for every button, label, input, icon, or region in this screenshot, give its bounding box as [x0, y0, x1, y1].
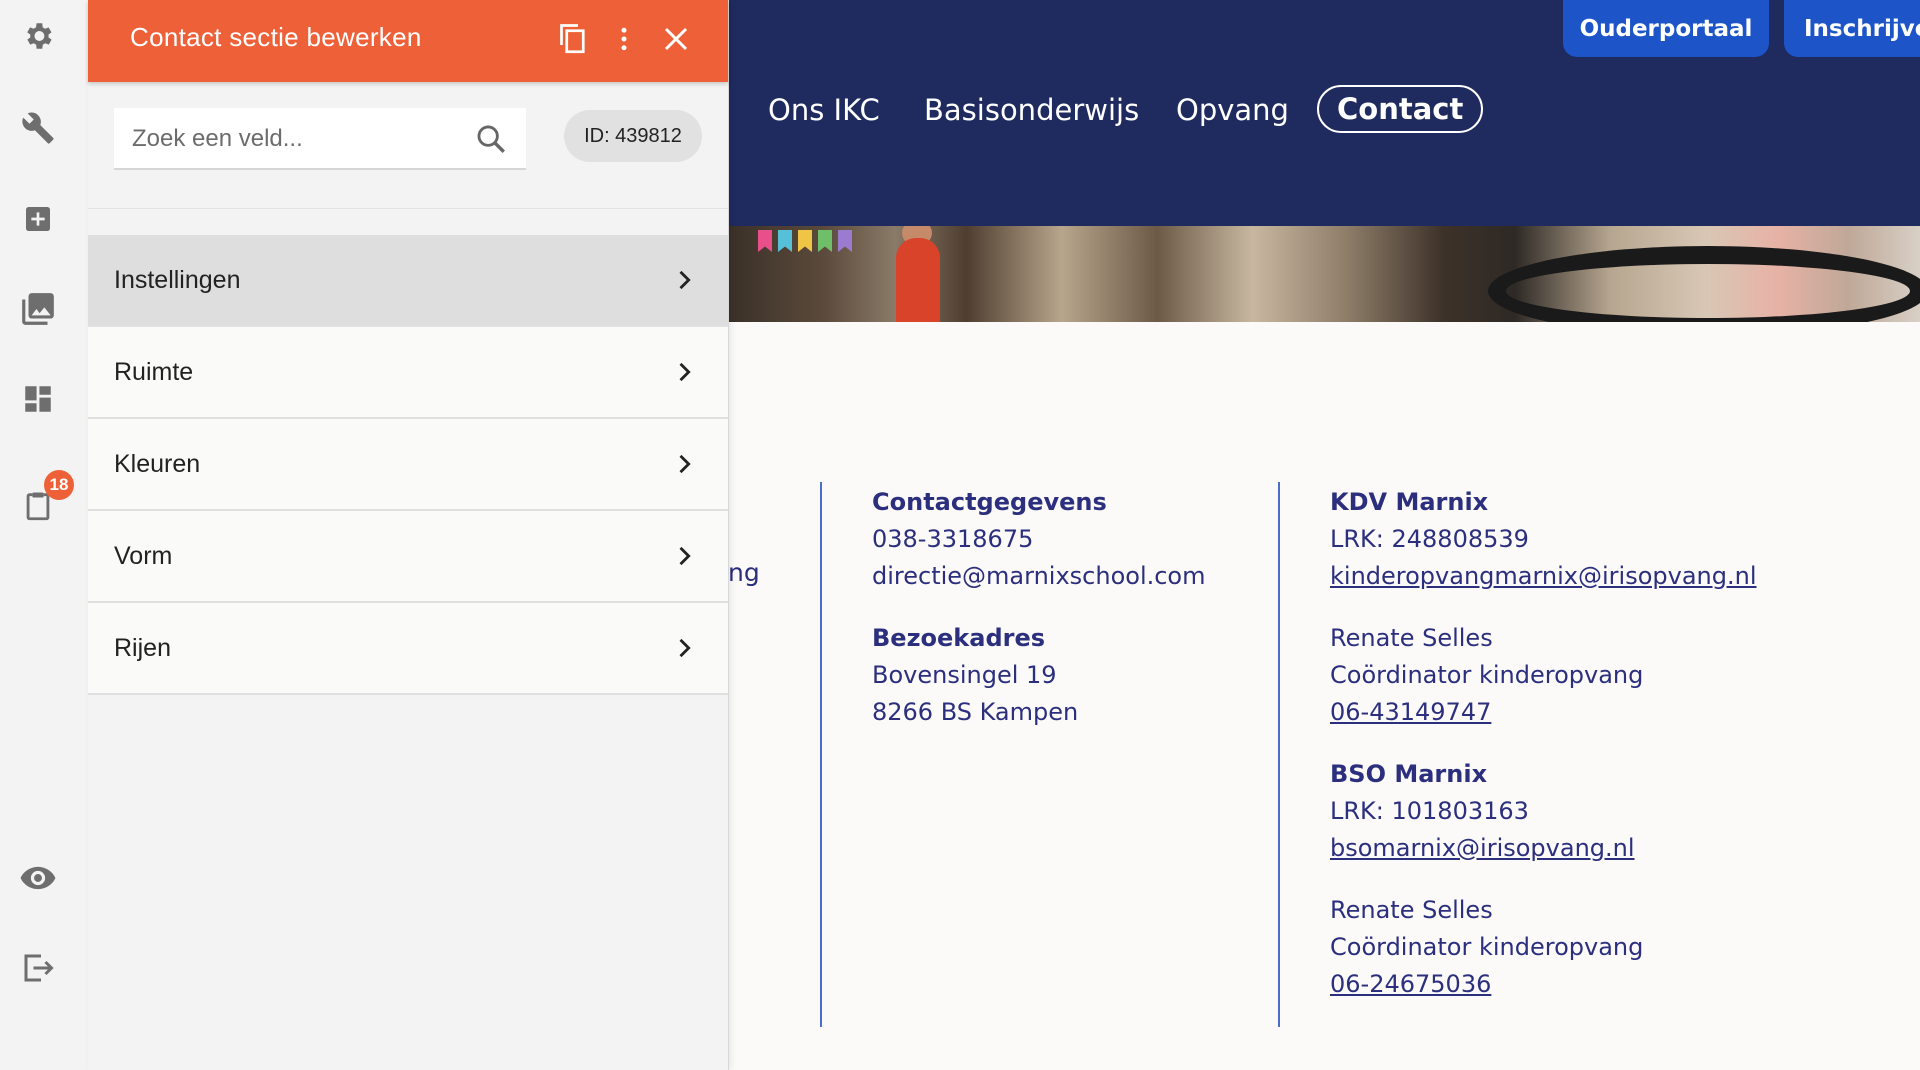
contact-details-heading: Contactgegevens	[872, 488, 1107, 516]
kdv-email-link[interactable]: kinderopvangmarnix@irisopvang.nl	[1330, 558, 1757, 595]
visit-city: 8266 BS Kampen	[872, 698, 1079, 726]
column-divider	[1278, 482, 1280, 1027]
bunting-flag	[758, 230, 772, 252]
photo-person	[896, 238, 940, 322]
wrench-icon[interactable]	[18, 108, 58, 148]
chevron-right-icon	[679, 546, 691, 566]
chevron-right-icon	[679, 638, 691, 658]
menu-item-label: Rijen	[114, 633, 171, 662]
field-search	[114, 108, 526, 170]
bso-email-link[interactable]: bsomarnix@irisopvang.nl	[1330, 830, 1757, 867]
menu-item-label: Instellingen	[114, 265, 241, 294]
partial-text: ng	[728, 558, 760, 587]
menu-item-label: Ruimte	[114, 357, 194, 386]
parent-portal-button[interactable]: Ouderportaal	[1563, 0, 1769, 57]
nav-item-basisonderwijs[interactable]: Basisonderwijs	[924, 93, 1139, 127]
dashboard-icon[interactable]	[18, 379, 58, 419]
bunting-flag	[778, 230, 792, 252]
editor-panel: Contact sectie bewerken ID: 439812 Inste…	[88, 0, 729, 1070]
kdv-phone-link[interactable]: 06-43149747	[1330, 694, 1757, 731]
bunting-flag	[818, 230, 832, 252]
chevron-right-icon	[679, 270, 691, 290]
chevron-right-icon	[679, 454, 691, 474]
more-vertical-icon[interactable]	[603, 18, 645, 60]
visit-address-heading: Bezoekadres	[872, 624, 1046, 652]
nav-item-contact[interactable]: Contact	[1317, 85, 1484, 133]
search-icon[interactable]	[474, 122, 508, 156]
copy-icon[interactable]	[551, 18, 593, 60]
visit-street: Bovensingel 19	[872, 661, 1057, 689]
menu-item-vorm[interactable]: Vorm	[88, 511, 728, 603]
chevron-right-icon	[679, 362, 691, 382]
notification-badge: 18	[44, 470, 74, 500]
menu-item-instellingen[interactable]: Instellingen	[88, 235, 728, 327]
menu-item-label: Kleuren	[114, 449, 201, 478]
menu-item-rijen[interactable]: Rijen	[88, 603, 728, 695]
bso-phone-link[interactable]: 06-24675036	[1330, 966, 1757, 1003]
nav-item-ons-ikc[interactable]: Ons IKC	[768, 93, 880, 127]
hero-photo	[728, 226, 1920, 322]
bso-contact-person: Renate Selles	[1330, 896, 1493, 924]
bso-lrk: LRK: 101803163	[1330, 797, 1529, 825]
register-button[interactable]: Inschrijven	[1784, 0, 1920, 57]
column-divider	[820, 482, 822, 1027]
photo-tyre-swing	[1488, 246, 1920, 322]
add-box-icon[interactable]	[18, 199, 58, 239]
contact-email: directie@marnixschool.com	[872, 562, 1206, 590]
kdv-lrk: LRK: 248808539	[1330, 525, 1529, 553]
contact-phone: 038-3318675	[872, 525, 1034, 553]
bso-contact-role: Coördinator kinderopvang	[1330, 933, 1644, 961]
site-header: Ouderportaal Inschrijven Ons IKC Basison…	[728, 0, 1920, 226]
section-id-chip: ID: 439812	[564, 110, 702, 162]
kdv-contact-person: Renate Selles	[1330, 624, 1493, 652]
eye-icon[interactable]	[18, 858, 58, 898]
menu-item-ruimte[interactable]: Ruimte	[88, 327, 728, 419]
kdv-heading: KDV Marnix	[1330, 488, 1489, 516]
bunting-flag	[838, 230, 852, 252]
settings-menu: Instellingen Ruimte Kleuren Vorm Rijen	[88, 235, 728, 695]
logout-icon[interactable]	[18, 948, 58, 988]
contact-section: ng Contactgegevens 038-3318675 directie@…	[728, 322, 1920, 1070]
editor-panel-title: Contact sectie bewerken	[130, 22, 422, 52]
images-icon[interactable]	[18, 289, 58, 329]
nav-item-opvang[interactable]: Opvang	[1176, 93, 1289, 127]
contact-details-column: Contactgegevens 038-3318675 directie@mar…	[872, 484, 1206, 731]
bso-heading: BSO Marnix	[1330, 760, 1488, 788]
gear-icon[interactable]	[18, 16, 58, 56]
close-icon[interactable]	[655, 18, 697, 60]
menu-item-label: Vorm	[114, 541, 173, 570]
divider	[88, 208, 728, 209]
bunting-flag	[798, 230, 812, 252]
field-search-input[interactable]	[130, 118, 464, 160]
tool-rail: 18	[0, 0, 89, 1070]
menu-item-kleuren[interactable]: Kleuren	[88, 419, 728, 511]
kdv-contact-role: Coördinator kinderopvang	[1330, 661, 1644, 689]
editor-panel-header: Contact sectie bewerken	[88, 0, 728, 82]
childcare-column: KDV Marnix LRK: 248808539 kinderopvangma…	[1330, 484, 1757, 1003]
